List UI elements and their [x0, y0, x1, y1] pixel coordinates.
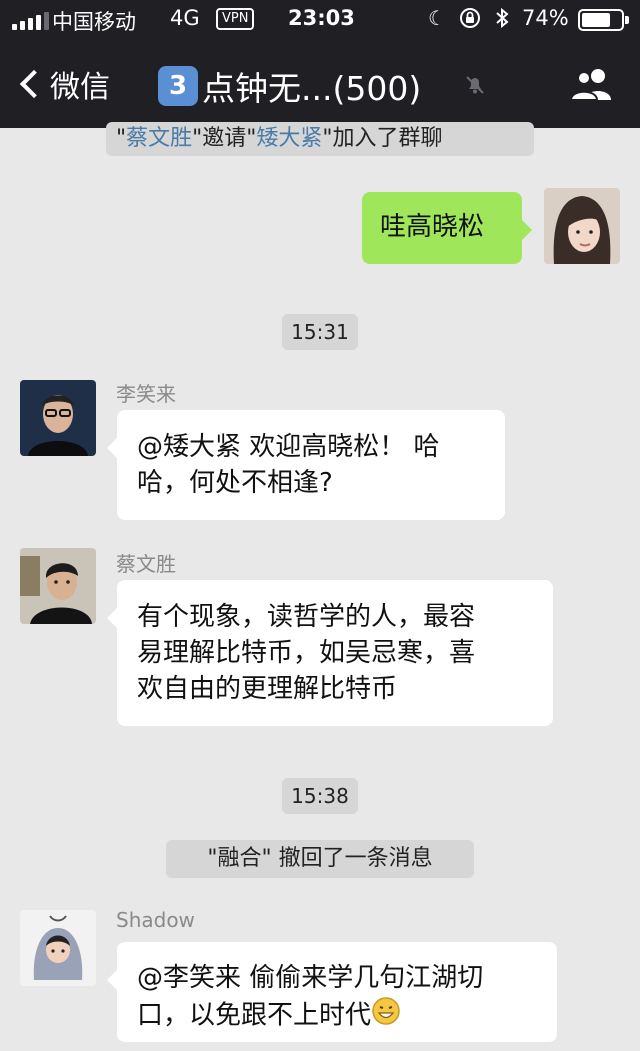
own-avatar[interactable] — [544, 188, 620, 264]
network-type: 4G — [170, 6, 200, 30]
avatar-shadow[interactable] — [20, 910, 96, 986]
invitee-name[interactable]: 矮大紧 — [256, 126, 322, 151]
unread-badge: 3 — [158, 66, 198, 106]
battery-percent: 74% — [522, 6, 569, 30]
timestamp: 15:38 — [282, 778, 358, 814]
carrier-label: 中国移动 — [52, 10, 136, 34]
timestamp: 15:31 — [282, 314, 358, 350]
mute-bell-icon — [466, 76, 484, 94]
own-message-bubble[interactable]: 哇高晓松 — [362, 192, 532, 264]
recall-notice: "融合" 撤回了一条消息 — [166, 840, 474, 878]
back-button[interactable]: 微信 — [16, 62, 110, 106]
status-time: 23:03 — [288, 6, 355, 30]
avatar-cai[interactable] — [20, 548, 96, 624]
bluetooth-icon — [494, 6, 510, 35]
signal-strength-icon — [12, 12, 49, 30]
avatar-li[interactable] — [20, 380, 96, 456]
sender-name: 蔡文胜 — [116, 552, 176, 576]
message-bubble-shadow[interactable]: @李笑来 偷偷来学几句江湖切 口，以免跟不上时代 — [107, 942, 557, 1042]
message-bubble-cai[interactable]: 有个现象，读哲学的人，最容 易理解比特币，如吴忌寒，喜 欢自由的更理解比特币 — [107, 580, 553, 726]
moon-icon: ☾ — [428, 6, 446, 30]
status-bar: 中国移动 4G VPN 23:03 ☾ 74% — [0, 0, 640, 40]
system-invite-message: "蔡文胜"邀请"矮大紧"加入了群聊 — [106, 122, 534, 156]
chevron-left-icon — [19, 69, 49, 99]
orientation-lock-icon — [458, 6, 482, 35]
chat-title-text: 点钟无...(500) — [202, 69, 422, 108]
inviter-name[interactable]: 蔡文胜 — [126, 126, 192, 151]
sender-name: Shadow — [116, 908, 195, 932]
grin-emoji-icon — [371, 996, 401, 1036]
message-bubble-li[interactable]: @矮大紧 欢迎高晓松！ 哈 哈，何处不相逢? — [107, 410, 505, 520]
sender-name: 李笑来 — [116, 382, 176, 406]
nav-bar: 微信 3 点钟无...(500) — [0, 40, 640, 128]
vpn-badge: VPN — [216, 8, 255, 30]
battery-icon — [578, 9, 629, 31]
back-label: 微信 — [50, 70, 110, 105]
chat-title: 3 点钟无...(500) — [158, 62, 421, 110]
group-members-icon[interactable] — [568, 66, 616, 102]
header: 中国移动 4G VPN 23:03 ☾ 74% 微信 3 点钟无...(500) — [0, 0, 640, 128]
